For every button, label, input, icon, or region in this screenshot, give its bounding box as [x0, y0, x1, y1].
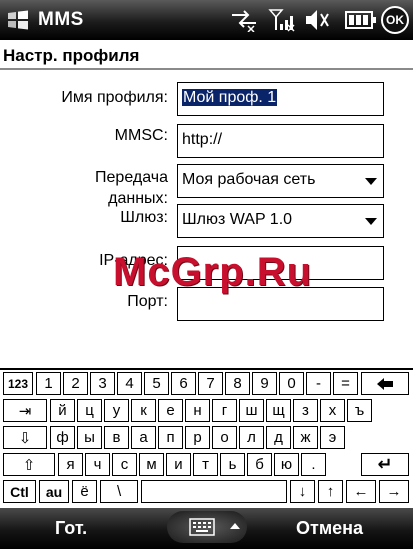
chevron-down-icon	[365, 178, 377, 185]
key-shift[interactable]: ⇧	[3, 453, 55, 476]
app-title: MMS	[38, 9, 84, 30]
input-panel-button[interactable]	[167, 511, 247, 543]
key-backspace[interactable]	[361, 372, 409, 395]
key-ю[interactable]: ю	[274, 453, 299, 476]
key-3[interactable]: 3	[90, 372, 115, 395]
backspace-icon	[377, 377, 393, 390]
cancel-softkey[interactable]: Отмена	[296, 518, 363, 539]
battery-icon	[345, 11, 376, 29]
key-э[interactable]: э	[320, 426, 345, 449]
key-л[interactable]: л	[239, 426, 264, 449]
key-д[interactable]: д	[266, 426, 291, 449]
section-title: Настр. профиля	[3, 46, 140, 65]
port-label: Порт:	[127, 293, 168, 310]
key-ъ[interactable]: ъ	[347, 399, 372, 422]
key-г[interactable]: г	[212, 399, 237, 422]
key-т[interactable]: т	[193, 453, 218, 476]
key-backslash[interactable]: \	[100, 480, 138, 503]
key-5[interactable]: 5	[144, 372, 169, 395]
key-6[interactable]: 6	[171, 372, 196, 395]
key-п[interactable]: п	[158, 426, 183, 449]
key-arrow-down[interactable]: ↓	[290, 480, 315, 503]
key-numbers-mode[interactable]: 123	[3, 372, 33, 395]
chevron-up-icon	[230, 523, 240, 529]
key-arrow-up[interactable]: ↑	[318, 480, 343, 503]
mmsc-value: http://	[182, 131, 223, 148]
key-у[interactable]: у	[104, 399, 129, 422]
key-и[interactable]: и	[166, 453, 191, 476]
key-р[interactable]: р	[185, 426, 210, 449]
key-щ[interactable]: щ	[266, 399, 291, 422]
key-7[interactable]: 7	[198, 372, 223, 395]
key-х[interactable]: х	[320, 399, 345, 422]
key-0[interactable]: 0	[279, 372, 304, 395]
key-з[interactable]: з	[293, 399, 318, 422]
done-softkey[interactable]: Гот.	[55, 518, 87, 539]
key-о[interactable]: о	[212, 426, 237, 449]
key-ш[interactable]: ш	[239, 399, 264, 422]
key-ь[interactable]: ь	[220, 453, 245, 476]
key-ч[interactable]: ч	[85, 453, 110, 476]
mmsc-input[interactable]: http://	[177, 124, 384, 158]
key-е[interactable]: е	[158, 399, 183, 422]
key-8[interactable]: 8	[225, 372, 250, 395]
gateway-label: Шлюз:	[120, 209, 168, 226]
key-minus[interactable]: -	[306, 372, 331, 395]
soft-key-bar: Гот. Отмена	[0, 508, 413, 549]
key-а[interactable]: а	[131, 426, 156, 449]
key-period[interactable]: .	[301, 453, 326, 476]
profile-name-value: Мой проф. 1	[182, 89, 278, 106]
chevron-down-icon	[365, 218, 377, 225]
gateway-dropdown[interactable]: Шлюз WAP 1.0	[177, 204, 384, 238]
key-я[interactable]: я	[58, 453, 83, 476]
gateway-value: Шлюз WAP 1.0	[182, 211, 293, 228]
key-с[interactable]: с	[112, 453, 137, 476]
key-enter[interactable]: ↵	[361, 453, 409, 476]
key-б[interactable]: б	[247, 453, 272, 476]
signal-strength-icon[interactable]	[268, 8, 298, 32]
key-equals[interactable]: =	[333, 372, 358, 395]
profile-name-input[interactable]: Мой проф. 1	[177, 82, 384, 116]
windows-start-icon[interactable]	[6, 9, 30, 31]
key-4[interactable]: 4	[117, 372, 142, 395]
connectivity-icon[interactable]	[230, 8, 258, 32]
section-divider	[0, 68, 413, 70]
ok-button[interactable]: OK	[381, 6, 409, 34]
key-ctrl[interactable]: Ctl	[3, 480, 36, 503]
key-к[interactable]: к	[131, 399, 156, 422]
watermark: McGrp.Ru	[113, 250, 313, 294]
profile-name-label: Имя профиля:	[61, 89, 168, 106]
key-lang[interactable]: au	[39, 480, 69, 503]
keyboard-icon	[189, 518, 215, 536]
key-ж[interactable]: ж	[293, 426, 318, 449]
volume-muted-icon[interactable]	[304, 8, 330, 32]
key-tab[interactable]: ⇥	[3, 399, 47, 422]
key-ё[interactable]: ё	[72, 480, 97, 503]
data-transfer-label-line2: данных:	[108, 190, 168, 207]
key-н[interactable]: н	[185, 399, 210, 422]
key-ц[interactable]: ц	[77, 399, 102, 422]
data-transfer-label-line1: Передача	[95, 169, 168, 186]
key-в[interactable]: в	[104, 426, 129, 449]
key-space[interactable]	[141, 480, 287, 503]
key-м[interactable]: м	[139, 453, 164, 476]
key-й[interactable]: й	[50, 399, 75, 422]
key-ф[interactable]: ф	[50, 426, 75, 449]
key-caps[interactable]: ⇩	[3, 426, 47, 449]
mmsc-label: MMSC:	[114, 127, 168, 144]
key-ы[interactable]: ы	[77, 426, 102, 449]
data-transfer-dropdown[interactable]: Моя рабочая сеть	[177, 164, 384, 198]
title-bar: MMS OK	[0, 0, 413, 40]
key-9[interactable]: 9	[252, 372, 277, 395]
data-transfer-value: Моя рабочая сеть	[182, 171, 316, 188]
key-1[interactable]: 1	[36, 372, 61, 395]
key-arrow-right[interactable]: →	[379, 480, 409, 503]
soft-keyboard: 123 1 2 3 4 5 6 7 8 9 0 - = ⇥ й ц у к е …	[0, 368, 413, 508]
key-arrow-left[interactable]: ←	[346, 480, 376, 503]
key-2[interactable]: 2	[63, 372, 88, 395]
